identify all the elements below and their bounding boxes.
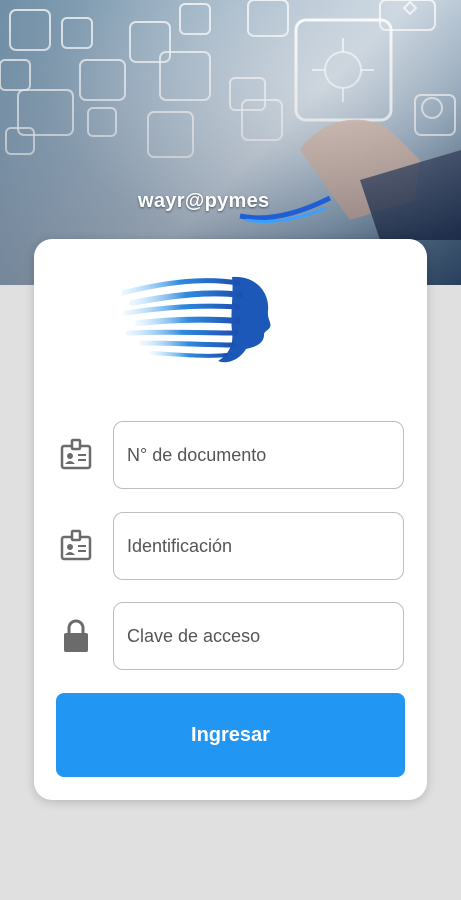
head-logo-icon — [122, 276, 271, 363]
brand-text: wayr@pymes — [138, 190, 332, 223]
document-row — [56, 421, 406, 489]
login-card: Ingresar — [34, 239, 427, 800]
password-row — [56, 602, 406, 670]
document-number-input[interactable] — [113, 421, 404, 489]
login-button[interactable]: Ingresar — [56, 693, 405, 777]
id-badge-icon — [56, 437, 96, 473]
identification-input[interactable] — [113, 512, 404, 580]
identification-row — [56, 512, 406, 580]
password-input[interactable] — [113, 602, 404, 670]
lock-icon — [56, 618, 96, 654]
id-badge-icon — [56, 528, 96, 564]
brand-swoosh-icon — [239, 196, 332, 223]
